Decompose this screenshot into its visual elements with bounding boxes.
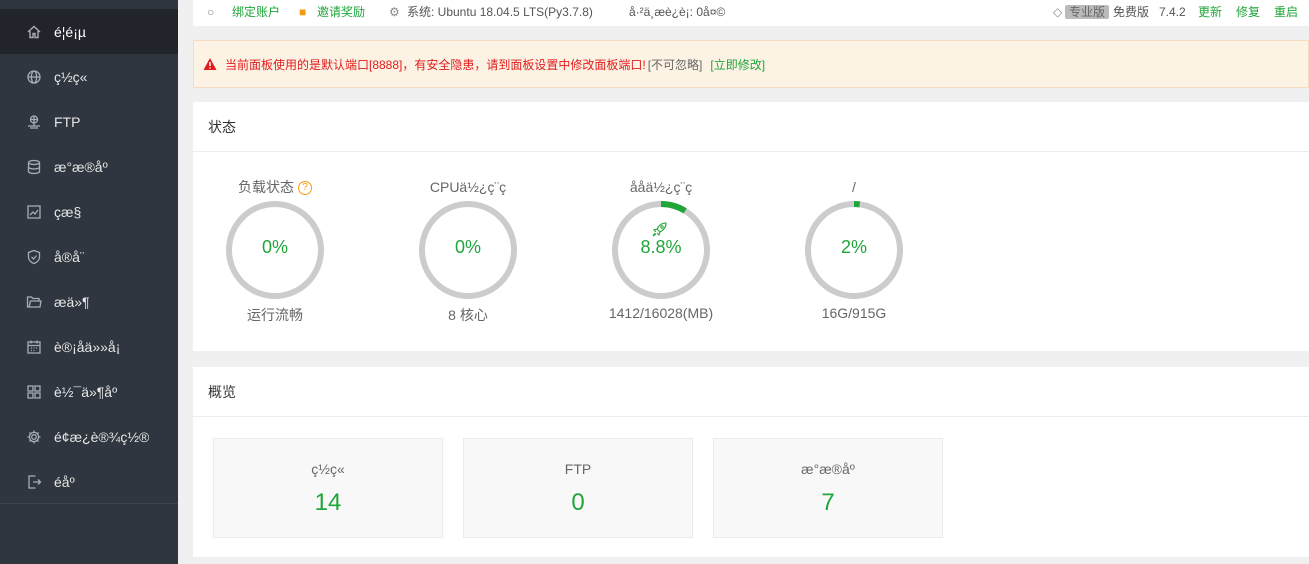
cpu-gauge[interactable]: CPUä½¿ç¨ç 0% 8 核心: [398, 177, 538, 323]
invite-link[interactable]: 邀请奖励: [317, 5, 365, 19]
sidebar-item-home[interactable]: é¦é¡µ: [0, 9, 178, 54]
edition-label: 免费版: [1113, 5, 1150, 19]
alert-ignore-note: [不可忽略]: [647, 57, 703, 72]
memory-gauge[interactable]: åå­ä½¿ç¨ç 8.8% 1412/16028(MB): [591, 177, 731, 321]
help-icon[interactable]: ?: [298, 181, 312, 196]
ftp-icon: [26, 114, 42, 130]
disk-gauge[interactable]: / 2% 16G/915G: [784, 177, 924, 321]
sidebar-item-label: è½¯ä»¶åº: [54, 383, 118, 400]
edition-badge: 专业版: [1065, 5, 1110, 19]
gauge-value: 8.8%: [640, 237, 682, 257]
overview-panel: 概览 ç½ç« 14 FTP 0 æ°æ®åº 7: [193, 367, 1309, 557]
logout-icon: [26, 474, 42, 490]
gift-icon: ■: [299, 5, 307, 19]
status-title: 状态: [193, 102, 1309, 152]
home-icon: [26, 24, 42, 40]
sidebar-item-security[interactable]: å®å¨: [0, 234, 178, 279]
database-icon: [26, 159, 42, 175]
sidebar-item-settings[interactable]: é¢æ¿è®¾ç½®: [0, 414, 178, 459]
overview-card-ftp[interactable]: FTP 0: [463, 438, 693, 538]
sidebar-item-ftp[interactable]: FTP: [0, 99, 178, 144]
warning-icon: [203, 58, 217, 70]
status-panel: 状态 负载状态? 0% 运行流畅 CPUä½¿ç¨ç 0% 8 核心 åå­ä½…: [193, 102, 1309, 351]
diamond-icon: ◇: [1053, 5, 1063, 19]
gauge-value: 0%: [261, 237, 288, 257]
gauge-title: 负载状态?: [205, 177, 345, 197]
sidebar-item-label: å®å¨: [54, 248, 85, 265]
system-icon: ⚙: [389, 5, 400, 19]
gauge-subtext: 1412/16028(MB): [608, 305, 714, 321]
sidebar-item-cron[interactable]: è®¡åä»»å¡: [0, 324, 178, 369]
sidebar-item-label: é¢æ¿è®¾ç½®: [54, 428, 150, 445]
sidebar-item-monitor[interactable]: çæ§: [0, 189, 178, 234]
card-label: æ°æ®åº: [801, 461, 855, 477]
gear-icon: [26, 429, 42, 445]
top-info-bar: ○ 绑定账户 ■ 邀请奖励 ⚙ 系统: Ubuntu 18.04.5 LTS(P…: [193, 0, 1309, 26]
sidebar-item-label: ç½ç«: [54, 68, 88, 85]
version-number: 7.4.2: [1159, 5, 1186, 19]
sidebar-item-label: FTP: [54, 113, 81, 130]
sidebar-item-label: è®¡åä»»å¡: [54, 338, 121, 355]
sidebar-divider: [0, 503, 178, 504]
uptime-info: å·²ä¸æ­è¿è¡: 0å¤©: [629, 5, 726, 19]
bind-account-link[interactable]: 绑定账户: [232, 5, 280, 19]
card-value: 0: [571, 489, 585, 516]
card-value: 7: [821, 489, 835, 516]
globe-icon: [26, 69, 42, 85]
update-link[interactable]: 更新: [1198, 5, 1222, 19]
fix-now-link[interactable]: [立即修改]: [710, 56, 765, 73]
shield-icon: [26, 249, 42, 265]
calendar-icon: [26, 339, 42, 355]
gauge-title: CPUä½¿ç¨ç: [429, 179, 507, 195]
overview-title: 概览: [193, 367, 1309, 417]
security-alert: 当前面板使用的是默认端口[8888]，有安全隐患，请到面板设置中修改面板端口! …: [193, 40, 1309, 88]
load-gauge[interactable]: 负载状态? 0% 运行流畅: [205, 177, 345, 323]
sidebar-item-label: éåº: [54, 473, 75, 490]
gauge-subtext: 16G/915G: [821, 305, 887, 321]
gauge-title: åå­ä½¿ç¨ç: [629, 179, 693, 195]
sidebar-item-website[interactable]: ç½ç«: [0, 54, 178, 99]
sidebar-item-logout[interactable]: éåº: [0, 459, 178, 504]
card-value: 14: [314, 489, 342, 516]
restart-link[interactable]: 重启: [1274, 5, 1298, 19]
alert-message: 当前面板使用的是默认端口[8888]，有安全隐患，请到面板设置中修改面板端口!: [225, 57, 646, 72]
sidebar: é¦é¡µ ç½ç« FTP æ°æ®åº çæ§ å®å¨ æä»¶ è®¡å…: [0, 0, 178, 564]
system-info: 系统: Ubuntu 18.04.5 LTS(Py3.7.8): [407, 5, 593, 19]
sidebar-item-label: çæ§: [54, 203, 82, 220]
folder-icon: [26, 294, 42, 310]
sidebar-item-label: é¦é¡µ: [54, 23, 86, 40]
overview-card-website[interactable]: ç½ç« 14: [213, 438, 443, 538]
gauge-subtext: 8 核心: [448, 307, 488, 323]
rocket-icon[interactable]: [650, 219, 670, 239]
gauge-value: 0%: [454, 237, 481, 257]
repair-link[interactable]: 修复: [1236, 5, 1260, 19]
card-label: FTP: [564, 461, 592, 477]
sidebar-item-database[interactable]: æ°æ®åº: [0, 144, 178, 189]
user-icon: ○: [207, 5, 215, 19]
overview-card-database[interactable]: æ°æ®åº 7: [713, 438, 943, 538]
gauge-title: /: [852, 179, 856, 195]
sidebar-item-files[interactable]: æä»¶: [0, 279, 178, 324]
gauge-value: 2%: [840, 237, 867, 257]
apps-icon: [26, 384, 42, 400]
sidebar-item-label: æ°æ®åº: [54, 158, 108, 175]
gauge-subtext: 运行流畅: [247, 307, 303, 323]
monitor-icon: [26, 204, 42, 220]
sidebar-item-label: æä»¶: [54, 293, 90, 310]
card-label: ç½ç«: [311, 461, 345, 477]
sidebar-item-software[interactable]: è½¯ä»¶åº: [0, 369, 178, 414]
